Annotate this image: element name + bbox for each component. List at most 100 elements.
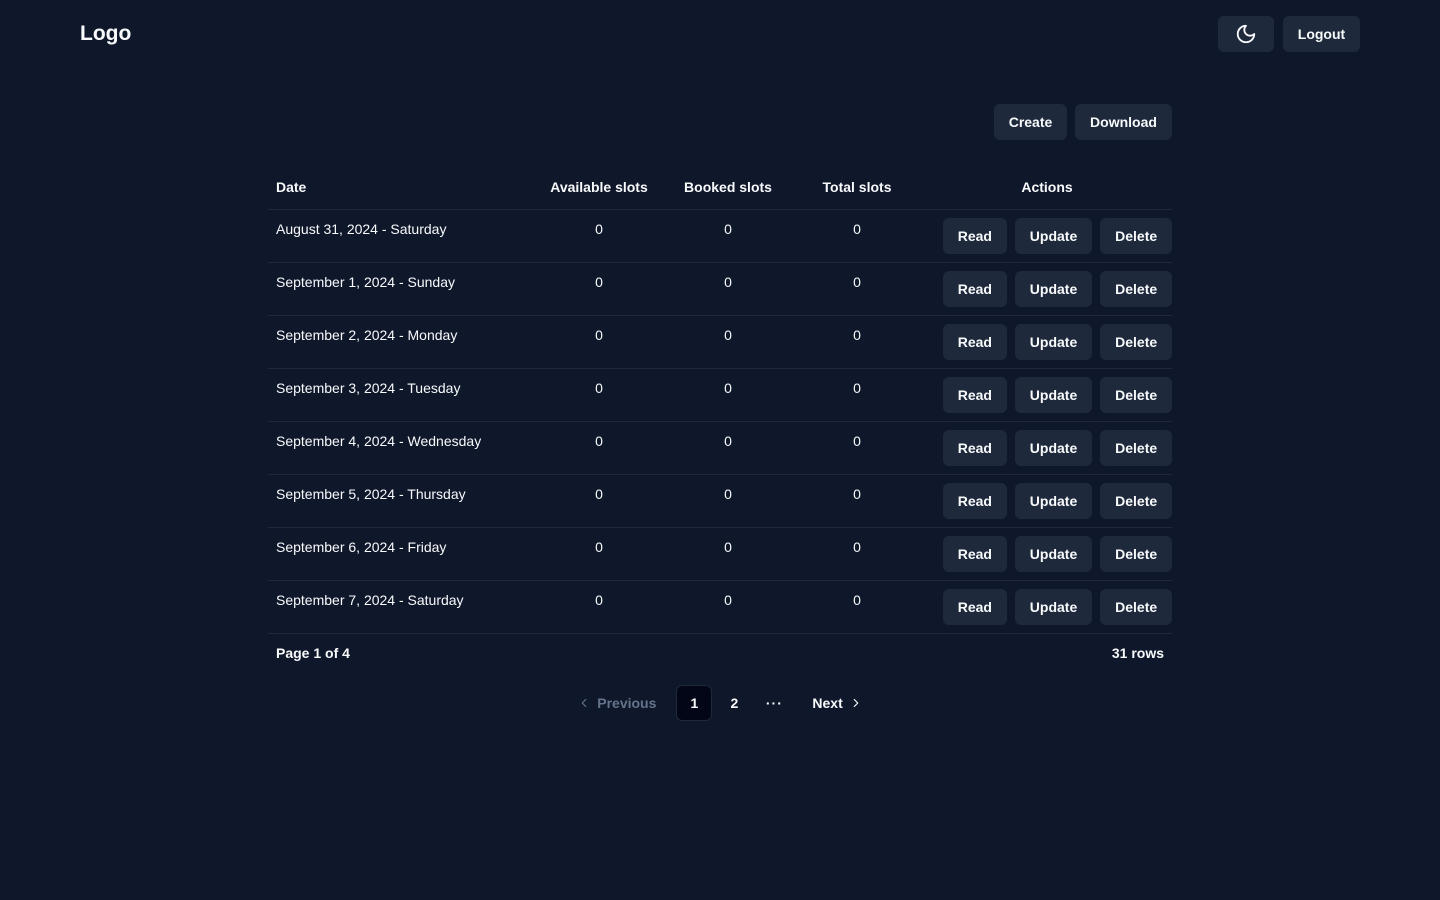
column-header-total-slots: Total slots (792, 165, 922, 210)
table-body: August 31, 2024 - Saturday 0 0 0 Read Update D… (268, 209, 1172, 634)
table-footer: Page 1 of 4 31 rows (268, 645, 1172, 661)
cell-actions: Read Update Delete (922, 368, 1172, 422)
table-row: September 2, 2024 - Monday 0 0 0 Read Update D… (268, 315, 1172, 369)
cell-actions: Read Update Delete (922, 262, 1172, 316)
row-actions: Read Update Delete (922, 377, 1172, 413)
table-row: September 4, 2024 - Wednesday 0 0 0 Read Upda… (268, 421, 1172, 475)
row-count: 31 rows (1111, 645, 1164, 661)
page-button-2[interactable]: 2 (716, 685, 752, 721)
read-button[interactable]: Read (943, 536, 1007, 572)
previous-page-button[interactable]: Previous (565, 685, 672, 721)
cell-total-slots: 0 (792, 315, 922, 369)
cell-booked-slots: 0 (664, 368, 792, 422)
cell-actions: Read Update Delete (922, 527, 1172, 581)
table-row: September 6, 2024 - Friday 0 0 0 Read Update D… (268, 527, 1172, 581)
delete-button[interactable]: Delete (1100, 536, 1172, 572)
page-button-1[interactable]: 1 (676, 685, 713, 721)
delete-button[interactable]: Delete (1100, 483, 1172, 519)
row-actions: Read Update Delete (922, 324, 1172, 360)
update-button[interactable]: Update (1014, 271, 1093, 307)
delete-button[interactable]: Delete (1100, 377, 1172, 413)
delete-button[interactable]: Delete (1100, 324, 1172, 360)
row-actions: Read Update Delete (922, 218, 1172, 254)
read-button[interactable]: Read (943, 271, 1007, 307)
update-button[interactable]: Update (1014, 218, 1093, 254)
row-actions: Read Update Delete (922, 536, 1172, 572)
logo: Logo (80, 22, 132, 45)
cell-date: September 4, 2024 - Wednesday (268, 421, 534, 475)
update-button[interactable]: Update (1014, 430, 1093, 466)
cell-total-slots: 0 (792, 474, 922, 528)
table-header-row: Date Available slots Booked slots Total … (268, 165, 1172, 210)
cell-actions: Read Update Delete (922, 315, 1172, 369)
cell-total-slots: 0 (792, 527, 922, 581)
read-button[interactable]: Read (943, 324, 1007, 360)
read-button[interactable]: Read (943, 483, 1007, 519)
cell-date: September 3, 2024 - Tuesday (268, 368, 534, 422)
cell-booked-slots: 0 (664, 474, 792, 528)
read-button[interactable]: Read (943, 377, 1007, 413)
cell-date: August 31, 2024 - Saturday (268, 209, 534, 263)
cell-actions: Read Update Delete (922, 580, 1172, 634)
update-button[interactable]: Update (1014, 324, 1093, 360)
header: Logo Logout (0, 0, 1440, 70)
read-button[interactable]: Read (943, 589, 1007, 625)
cell-available-slots: 0 (534, 209, 664, 263)
read-button[interactable]: Read (943, 430, 1007, 466)
delete-button[interactable]: Delete (1100, 589, 1172, 625)
create-button[interactable]: Create (994, 104, 1067, 140)
previous-label: Previous (597, 695, 657, 711)
cell-total-slots: 0 (792, 580, 922, 634)
page-info: Page 1 of 4 (276, 645, 350, 661)
update-button[interactable]: Update (1014, 536, 1093, 572)
table-row: September 3, 2024 - Tuesday 0 0 0 Read Update… (268, 368, 1172, 422)
chevron-left-icon (581, 698, 587, 708)
cell-booked-slots: 0 (664, 527, 792, 581)
table-toolbar: Create Download (268, 104, 1172, 140)
logout-button[interactable]: Logout (1283, 16, 1360, 52)
cell-date: September 2, 2024 - Monday (268, 315, 534, 369)
cell-available-slots: 0 (534, 580, 664, 634)
cell-total-slots: 0 (792, 209, 922, 263)
table-row: August 31, 2024 - Saturday 0 0 0 Read Update D… (268, 209, 1172, 263)
cell-actions: Read Update Delete (922, 421, 1172, 475)
moon-icon (1236, 24, 1256, 44)
cell-total-slots: 0 (792, 368, 922, 422)
table-row: September 5, 2024 - Thursday 0 0 0 Read Updat… (268, 474, 1172, 528)
download-button[interactable]: Download (1075, 104, 1172, 140)
chevron-right-icon (853, 698, 859, 708)
column-header-date: Date (268, 165, 534, 210)
table-row: September 7, 2024 - Saturday 0 0 0 Read Updat… (268, 580, 1172, 634)
pagination-ellipsis: ··· (765, 695, 783, 711)
cell-booked-slots: 0 (664, 262, 792, 316)
table-row: September 1, 2024 - Sunday 0 0 0 Read Update D… (268, 262, 1172, 316)
next-page-button[interactable]: Next (796, 685, 874, 721)
cell-date: September 7, 2024 - Saturday (268, 580, 534, 634)
cell-booked-slots: 0 (664, 580, 792, 634)
main-content: Create Download Date Available slots Boo… (268, 104, 1172, 721)
cell-available-slots: 0 (534, 262, 664, 316)
cell-date: September 5, 2024 - Thursday (268, 474, 534, 528)
read-button[interactable]: Read (943, 218, 1007, 254)
update-button[interactable]: Update (1014, 589, 1093, 625)
cell-date: September 1, 2024 - Sunday (268, 262, 534, 316)
column-header-booked-slots: Booked slots (664, 165, 792, 210)
delete-button[interactable]: Delete (1100, 218, 1172, 254)
cell-total-slots: 0 (792, 421, 922, 475)
cell-booked-slots: 0 (664, 421, 792, 475)
row-actions: Read Update Delete (922, 483, 1172, 519)
update-button[interactable]: Update (1014, 483, 1093, 519)
row-actions: Read Update Delete (922, 271, 1172, 307)
cell-actions: Read Update Delete (922, 474, 1172, 528)
pagination: Previous 1 2 ··· Next (268, 685, 1172, 721)
column-header-available-slots: Available slots (534, 165, 664, 210)
cell-actions: Read Update Delete (922, 209, 1172, 263)
cell-booked-slots: 0 (664, 315, 792, 369)
update-button[interactable]: Update (1014, 377, 1093, 413)
delete-button[interactable]: Delete (1100, 430, 1172, 466)
column-header-actions: Actions (922, 165, 1172, 210)
delete-button[interactable]: Delete (1100, 271, 1172, 307)
theme-toggle-button[interactable] (1218, 16, 1274, 52)
cell-total-slots: 0 (792, 262, 922, 316)
cell-available-slots: 0 (534, 421, 664, 475)
